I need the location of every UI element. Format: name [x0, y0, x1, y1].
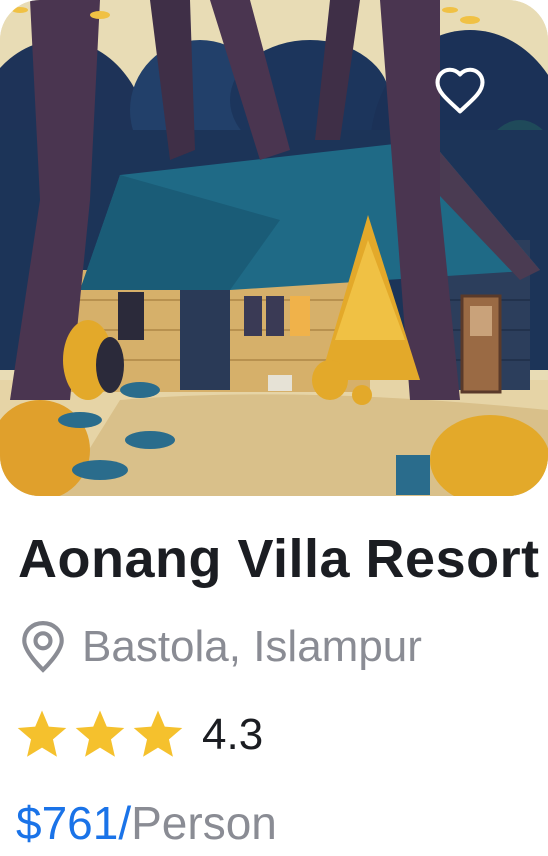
resort-card[interactable]: Aonang Villa Resort Bastola, Islampur 4.… [0, 0, 548, 856]
price: $761/Person [16, 796, 277, 850]
star-icon [133, 710, 183, 757]
star-icon [17, 710, 67, 757]
resort-image[interactable] [0, 0, 548, 496]
heart-icon [435, 67, 485, 114]
location-text: Bastola, Islampur [82, 622, 422, 671]
rating-value: 4.3 [202, 710, 264, 759]
star-icon [75, 710, 125, 757]
rating-row: 4.3 [14, 708, 263, 762]
price-unit: Person [131, 797, 277, 849]
location-pin-icon [22, 621, 64, 673]
price-amount: $761/ [16, 797, 132, 849]
location-row: Bastola, Islampur [18, 620, 422, 674]
resort-title: Aonang Villa Resort [18, 529, 540, 589]
favorite-button[interactable] [430, 60, 490, 120]
